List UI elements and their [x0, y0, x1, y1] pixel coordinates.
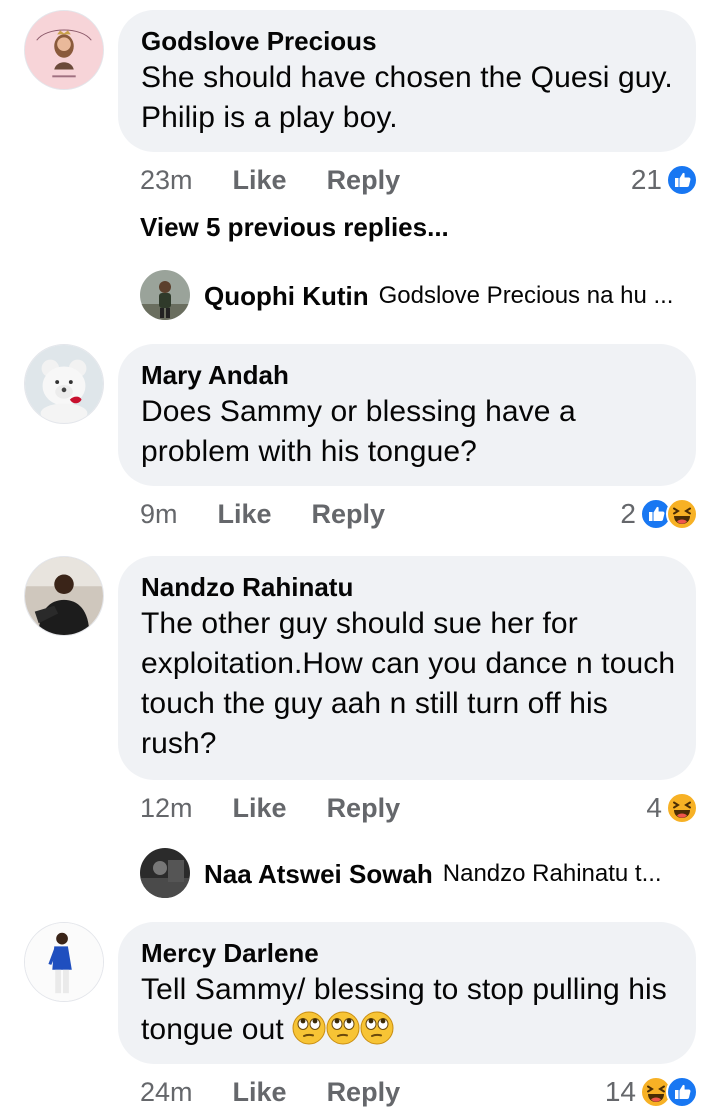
like-button[interactable]: Like — [218, 499, 272, 530]
comment-text: Does Sammy or blessing have a problem wi… — [141, 395, 576, 468]
eye-roll-emoji-icon — [326, 1011, 360, 1045]
comment-time[interactable]: 23m — [140, 165, 193, 196]
eye-roll-emoji-icon — [292, 1011, 326, 1045]
reply-preview[interactable]: Quophi Kutin Godslove Precious na hu ... — [140, 270, 673, 322]
comment-time[interactable]: 9m — [140, 499, 178, 530]
comment-author[interactable]: Mary Andah — [141, 358, 676, 392]
reaction-summary[interactable]: 2 — [620, 494, 698, 534]
reply-snippet: Godslove Precious na hu ... — [378, 282, 674, 309]
view-previous-replies-link[interactable]: View 5 previous replies... — [140, 212, 449, 243]
comment-text: The other guy should sue her for exploit… — [141, 607, 676, 760]
reaction-count: 4 — [646, 792, 662, 823]
comment-actions: 9m Like Reply — [140, 494, 425, 534]
reply-snippet: Nandzo Rahinatu t... — [442, 860, 662, 887]
reply-button[interactable]: Reply — [327, 165, 401, 196]
reply-button[interactable]: Reply — [327, 793, 401, 824]
eye-roll-emoji-icon — [360, 1011, 394, 1045]
like-button[interactable]: Like — [233, 793, 287, 824]
reaction-summary[interactable]: 21 — [631, 160, 698, 200]
comment-author[interactable]: Nandzo Rahinatu — [141, 570, 676, 604]
reply-button[interactable]: Reply — [312, 499, 386, 530]
comment-time[interactable]: 12m — [140, 793, 193, 824]
like-icon — [666, 1076, 698, 1108]
reply-preview[interactable]: Naa Atswei Sowah Nandzo Rahinatu t... — [140, 848, 662, 900]
comment-text: Tell Sammy/ blessing to stop pulling his… — [141, 970, 676, 1050]
comment-bubble: Mary Andah Does Sammy or blessing have a… — [118, 344, 696, 486]
reaction-count: 2 — [620, 498, 636, 529]
comment-author[interactable]: Godslove Precious — [141, 24, 676, 58]
avatar-mary-andah[interactable] — [24, 344, 104, 424]
avatar-mercy-darlene[interactable] — [24, 922, 104, 1002]
reply-button[interactable]: Reply — [327, 1077, 401, 1108]
comment-time[interactable]: 24m — [140, 1077, 193, 1108]
haha-icon — [666, 792, 698, 824]
comment-bubble: Mercy Darlene Tell Sammy/ blessing to st… — [118, 922, 696, 1064]
reply-author[interactable]: Naa Atswei Sowah — [204, 859, 433, 890]
like-button[interactable]: Like — [233, 1077, 287, 1108]
comment-bubble: Godslove Precious She should have chosen… — [118, 10, 696, 152]
like-button[interactable]: Like — [233, 165, 287, 196]
avatar-godslove-precious[interactable] — [24, 10, 104, 90]
reaction-count: 21 — [630, 164, 662, 195]
comment-actions: 12m Like Reply — [140, 788, 440, 828]
reaction-summary[interactable]: 14 — [605, 1072, 698, 1112]
comment-actions: 23m Like Reply — [140, 160, 440, 200]
avatar-nandzo-rahinatu[interactable] — [24, 556, 104, 636]
haha-icon — [666, 498, 698, 530]
reply-author[interactable]: Quophi Kutin — [204, 281, 369, 312]
comment-text: She should have chosen the Quesi guy. Ph… — [141, 61, 673, 134]
reaction-summary[interactable]: 4 — [646, 788, 698, 828]
comment-text-content: Tell Sammy/ blessing to stop pulling his… — [141, 973, 667, 1046]
like-icon — [666, 164, 698, 196]
comment-bubble: Nandzo Rahinatu The other guy should sue… — [118, 556, 696, 780]
comment-actions: 24m Like Reply — [140, 1072, 440, 1112]
reaction-count: 14 — [604, 1076, 636, 1107]
comment-author[interactable]: Mercy Darlene — [141, 936, 676, 970]
